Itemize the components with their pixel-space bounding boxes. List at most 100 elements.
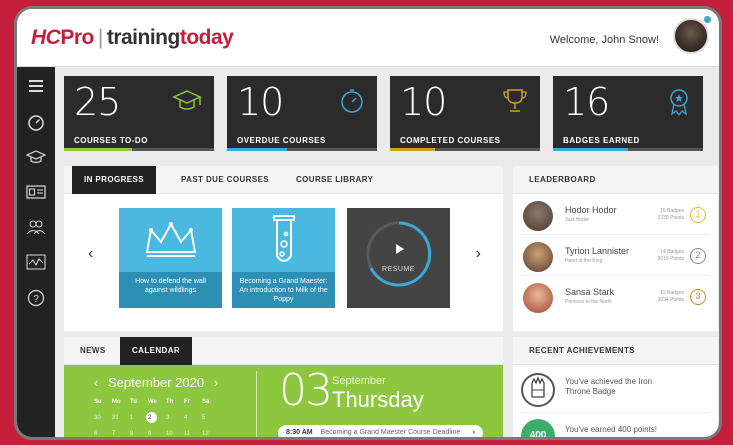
weekday: We bbox=[148, 399, 157, 405]
leaderboard-title: LEADERBOARD bbox=[529, 175, 596, 184]
medal-icon: 1 bbox=[690, 207, 706, 223]
help-icon[interactable]: ? bbox=[25, 289, 47, 307]
carousel-prev-button[interactable]: ‹ bbox=[88, 245, 93, 263]
tab-in-progress[interactable]: IN PROGRESS bbox=[72, 166, 156, 194]
leaderboard-header: LEADERBOARD bbox=[513, 166, 718, 194]
leader-title: Princess to the North bbox=[565, 299, 612, 305]
course-card[interactable]: How to defend the wall against wildlings bbox=[119, 208, 222, 308]
graduation-cap-icon bbox=[172, 88, 202, 120]
calendar-prev-button[interactable]: ‹ bbox=[94, 375, 98, 390]
leader-badges: 14 Badges bbox=[660, 249, 684, 255]
graduation-cap-icon[interactable] bbox=[25, 149, 47, 167]
courses-tabs: IN PROGRESS PAST DUE COURSES COURSE LIBR… bbox=[64, 166, 503, 194]
users-icon[interactable] bbox=[25, 219, 47, 237]
calendar-divider bbox=[256, 371, 257, 437]
calendar-day[interactable]: 11 bbox=[184, 431, 202, 437]
stat-label: OVERDUE COURSES bbox=[237, 136, 326, 145]
weekday: Su bbox=[94, 399, 102, 405]
calendar-day[interactable]: 12 bbox=[202, 431, 220, 437]
stat-courses-todo[interactable]: 25 COURSES TO-DO bbox=[64, 76, 214, 151]
selected-day-month: September bbox=[332, 375, 386, 387]
logo-hc: HC bbox=[31, 26, 61, 49]
svg-text:?: ? bbox=[33, 294, 39, 305]
calendar-day[interactable]: 4 bbox=[184, 415, 202, 421]
stat-badges-earned[interactable]: 16 BADGES EARNED bbox=[553, 76, 703, 151]
app-window: HCPro | trainingtoday Welcome, John Snow! … bbox=[14, 6, 722, 440]
achievement-text: You've earned 400 points! bbox=[565, 425, 657, 434]
logo-today: today bbox=[179, 26, 234, 49]
sidebar: ? bbox=[17, 67, 55, 437]
resume-label: RESUME bbox=[382, 266, 415, 273]
calendar-day[interactable]: 7 bbox=[112, 431, 130, 437]
tab-course-library[interactable]: COURSE LIBRARY bbox=[284, 166, 385, 194]
dashboard-icon[interactable] bbox=[25, 114, 47, 132]
leader-badges: 12 Badges bbox=[660, 290, 684, 296]
stat-progress-fill bbox=[227, 148, 287, 151]
leader-name: Hodor Hodor bbox=[565, 205, 617, 215]
medal-icon: 2 bbox=[690, 248, 706, 264]
news-tabs: NEWS CALENDAR bbox=[64, 337, 503, 365]
leader-badges: 16 Badges bbox=[660, 208, 684, 214]
resume-card[interactable]: RESUME bbox=[347, 208, 450, 308]
leader-name: Tyrion Lannister bbox=[565, 246, 630, 256]
resume-progress-ring bbox=[363, 218, 435, 295]
avatar bbox=[523, 242, 553, 272]
leaderboard-row[interactable]: Hodor Hodor Just Hodor 16 Badges 3239 Poi… bbox=[521, 197, 710, 235]
course-card[interactable]: Becoming a Grand Maester: An introductio… bbox=[232, 208, 335, 308]
weekday: Fr bbox=[184, 399, 190, 405]
trophy-icon bbox=[502, 88, 528, 120]
badge-ribbon-icon bbox=[667, 88, 691, 122]
leader-points: 3239 Points bbox=[657, 215, 684, 221]
tab-past-due-courses[interactable]: PAST DUE COURSES bbox=[169, 166, 281, 194]
achievements-title: RECENT ACHIEVEMENTS bbox=[529, 346, 635, 355]
tab-news[interactable]: NEWS bbox=[68, 337, 118, 365]
medal-icon: 3 bbox=[690, 289, 706, 305]
weekday: Tu bbox=[130, 399, 137, 405]
calendar-day-selected[interactable]: 2 bbox=[146, 412, 166, 423]
leader-points: 3034 Points bbox=[657, 297, 684, 303]
calendar-day[interactable]: 5 bbox=[202, 415, 220, 421]
calendar-next-button[interactable]: › bbox=[214, 375, 218, 390]
notification-badge[interactable] bbox=[702, 14, 713, 25]
event-title: Becoming a Grand Maester Course Deadline bbox=[320, 429, 461, 436]
stat-overdue-courses[interactable]: 10 OVERDUE COURSES bbox=[227, 76, 377, 151]
test-tube-icon bbox=[270, 214, 298, 273]
play-icon bbox=[396, 244, 404, 254]
courses-panel: IN PROGRESS PAST DUE COURSES COURSE LIBR… bbox=[64, 166, 503, 331]
carousel-next-button[interactable]: › bbox=[476, 245, 481, 263]
achievement-row[interactable]: 400 You've earned 400 points! bbox=[521, 413, 710, 437]
stat-completed-courses[interactable]: 10 COMPLETED COURSES bbox=[390, 76, 540, 151]
tab-calendar[interactable]: CALENDAR bbox=[120, 337, 193, 365]
course-title: How to defend the wall against wildlings bbox=[119, 272, 222, 308]
calendar-weekdays: Su Mo Tu We Th Fr Sa bbox=[94, 399, 220, 405]
stat-value: 25 bbox=[74, 80, 121, 124]
calendar-day[interactable]: 3 bbox=[166, 415, 184, 421]
calendar-day[interactable]: 6 bbox=[94, 431, 112, 437]
avatar bbox=[523, 201, 553, 231]
leader-stats: 16 Badges 3239 Points bbox=[658, 208, 684, 222]
calendar-view: ‹ September 2020 › Su Mo Tu We Th Fr Sa 30 31 1 2… bbox=[64, 365, 503, 437]
calendar-days-row: 30 31 1 2 3 4 5 bbox=[94, 412, 220, 423]
stat-label: COURSES TO-DO bbox=[74, 136, 148, 145]
calendar-day[interactable]: 9 bbox=[148, 431, 166, 437]
leaderboard-row[interactable]: Tyrion Lannister Hand of the King 14 Bad… bbox=[521, 238, 710, 276]
calendar-days-row: 6 7 8 9 10 11 12 bbox=[94, 431, 220, 437]
weekday: Th bbox=[166, 399, 174, 405]
leaderboard-row[interactable]: Sansa Stark Princess to the North 12 Bad… bbox=[521, 279, 710, 317]
id-card-icon[interactable] bbox=[25, 184, 47, 202]
calendar-event[interactable]: 8:30 AM Becoming a Grand Maester Course … bbox=[278, 425, 483, 437]
calendar-day[interactable]: 8 bbox=[130, 431, 148, 437]
calendar-day[interactable]: 30 bbox=[94, 415, 112, 421]
menu-icon[interactable] bbox=[25, 79, 47, 97]
achievement-row[interactable]: You've achieved the Iron Throne Badge bbox=[521, 367, 710, 413]
brand-logo[interactable]: HCPro | trainingtoday bbox=[31, 26, 234, 50]
calendar-month: September 2020 bbox=[107, 375, 205, 390]
calendar-day[interactable]: 31 bbox=[112, 415, 130, 421]
leader-points: 3019 Points bbox=[657, 256, 684, 262]
activity-icon[interactable] bbox=[25, 254, 47, 272]
stat-progress-fill bbox=[64, 148, 132, 151]
calendar-day[interactable]: 10 bbox=[166, 431, 184, 437]
selected-day-name: Thursday bbox=[332, 387, 424, 412]
stopwatch-icon bbox=[339, 88, 365, 120]
course-title: Becoming a Grand Maester: An introductio… bbox=[232, 272, 335, 308]
